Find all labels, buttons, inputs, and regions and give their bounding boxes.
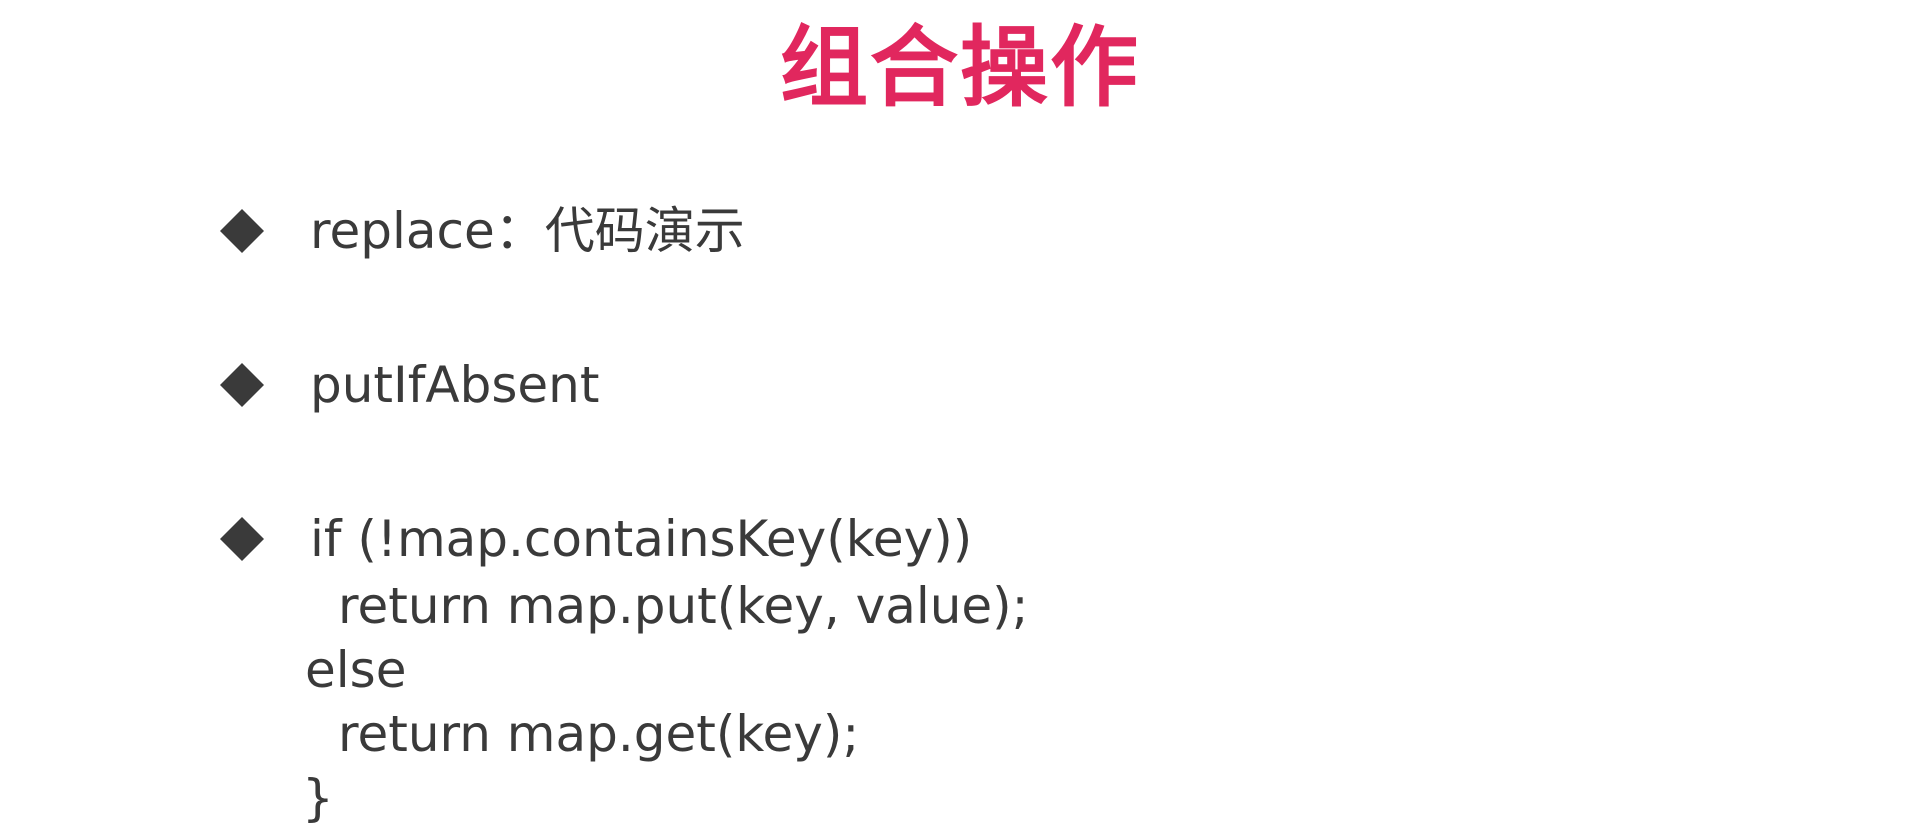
code-line-return-put: return map.put(key, value);	[338, 577, 1029, 635]
code-line-if: if (!map.containsKey(key))	[310, 510, 973, 568]
bullet-text: putIfAbsent	[310, 356, 600, 414]
code-line-closing-brace: }	[302, 769, 334, 827]
bullet-item-replace: replace：代码演示	[218, 196, 745, 266]
slide-title: 组合操作	[779, 16, 1140, 119]
bullet-text: replace：代码演示	[310, 202, 745, 260]
code-line-else: else	[305, 641, 407, 699]
bullet-item-code: if (!map.containsKey(key))	[218, 504, 972, 574]
diamond-bullet-icon	[220, 363, 264, 407]
diamond-bullet-icon	[220, 517, 264, 561]
code-line-return-get: return map.get(key);	[338, 705, 860, 763]
diamond-bullet-icon	[220, 209, 264, 253]
bullet-item-putifabsent: putIfAbsent	[218, 350, 599, 420]
